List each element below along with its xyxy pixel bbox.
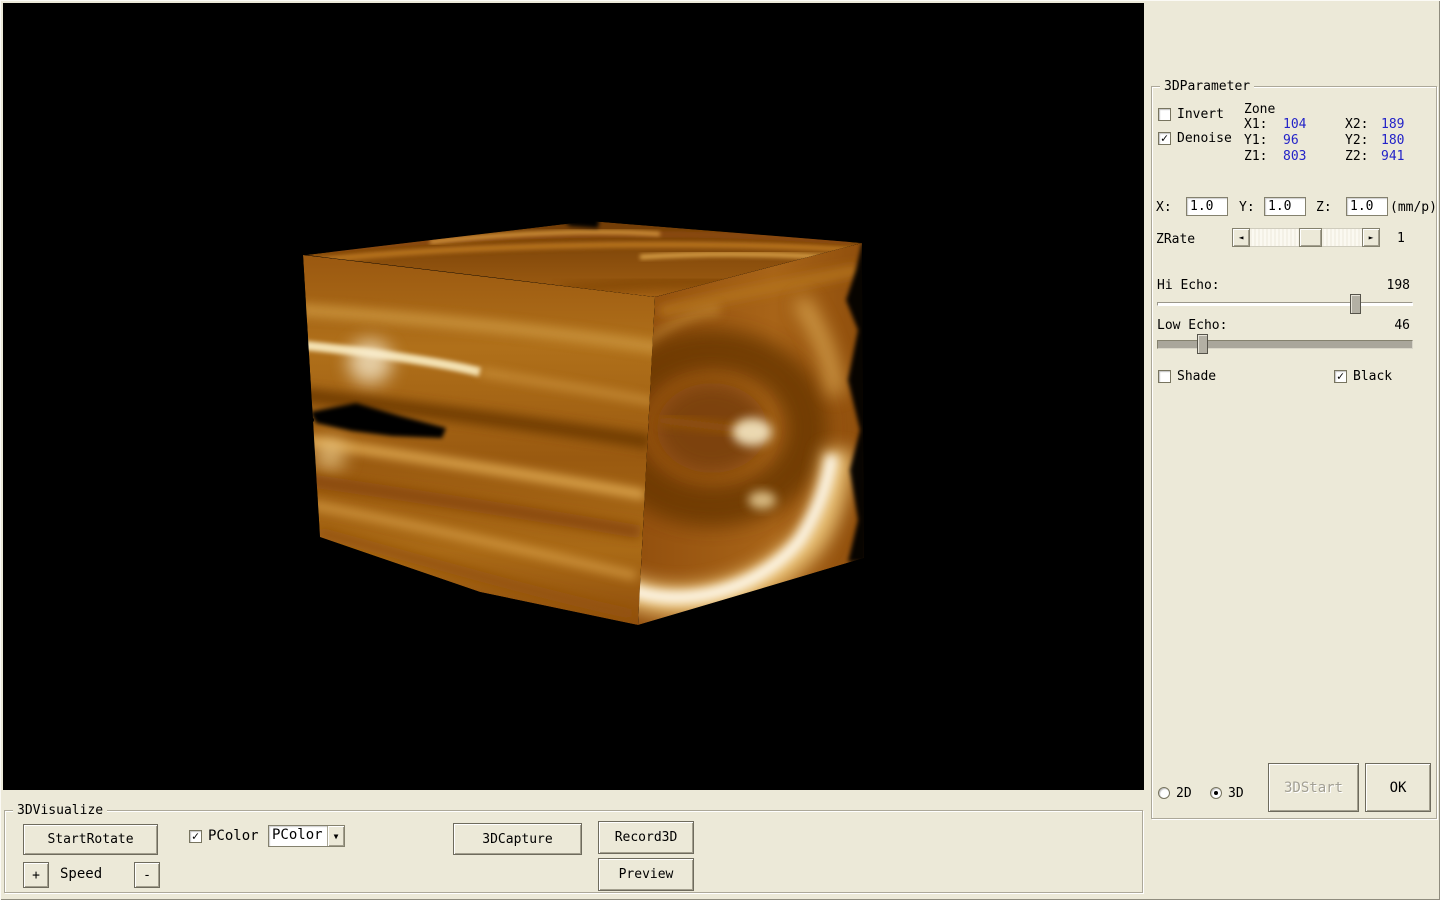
zrate-scroll-right-button[interactable]: ► [1362,228,1380,247]
zone-z2-label: Z2: [1345,149,1368,164]
zone-x1-value: 104 [1283,117,1306,132]
denoise-label: Denoise [1177,131,1232,146]
hi-echo-thumb[interactable] [1350,294,1361,314]
mode-2d-radio[interactable] [1158,787,1170,799]
black-label: Black [1353,369,1392,384]
ok-button[interactable]: OK [1365,763,1431,812]
zrate-label: ZRate [1156,232,1195,247]
zone-y1-label: Y1: [1244,133,1267,148]
render-viewport[interactable] [3,3,1144,790]
visualize-group-title: 3DVisualize [13,803,107,818]
arrow-left-icon: ◄ [1239,233,1244,242]
denoise-checkbox[interactable]: ✓ [1158,132,1171,145]
start-rotate-button[interactable]: StartRotate [23,824,158,855]
dropdown-arrow-icon[interactable]: ▼ [327,826,344,846]
speed-label: Speed [60,867,102,882]
arrow-right-icon: ► [1369,233,1374,242]
scale-x-label: X: [1156,200,1172,215]
check-icon: ✓ [192,831,199,842]
scale-y-input[interactable] [1264,197,1306,216]
scale-y-label: Y: [1239,200,1255,215]
zone-x2-label: X2: [1345,117,1368,132]
zone-x1-label: X1: [1244,117,1267,132]
parameter-group: 3DParameter ✓ Invert ✓ Denoise Zone X1: … [1151,86,1437,819]
3dstart-button[interactable]: 3DStart [1268,763,1359,812]
zrate-scroll-track[interactable] [1250,228,1362,247]
invert-checkbox[interactable]: ✓ [1158,108,1171,121]
visualize-group: 3DVisualize StartRotate ✓ PColor PColor … [4,810,1143,893]
3dcapture-button[interactable]: 3DCapture [453,823,582,855]
shade-checkbox[interactable]: ✓ [1158,370,1171,383]
zone-z1-label: Z1: [1244,149,1267,164]
hi-echo-slider[interactable] [1157,293,1413,315]
preview-button[interactable]: Preview [598,858,694,891]
low-echo-track[interactable] [1157,340,1413,349]
zone-y1-value: 96 [1283,133,1299,148]
zone-z2-value: 941 [1381,149,1404,164]
low-echo-slider[interactable] [1157,333,1413,355]
pcolor-label: PColor [208,829,259,844]
check-icon: ✓ [1337,371,1344,382]
zone-label: Zone [1244,102,1275,117]
mode-2d-label: 2D [1176,786,1192,801]
mode-3d-label: 3D [1228,786,1244,801]
pcolor-dropdown[interactable]: PColor ▼ [268,825,345,847]
speed-plus-button[interactable]: + [23,862,49,888]
hi-echo-track[interactable] [1157,302,1413,306]
pcolor-dropdown-value: PColor [269,826,327,846]
zone-x2-value: 189 [1381,117,1404,132]
radio-dot-icon [1214,791,1218,795]
record3d-button[interactable]: Record3D [598,821,694,854]
hi-echo-label: Hi Echo: [1157,278,1220,293]
speed-minus-button[interactable]: - [134,862,160,888]
scale-x-input[interactable] [1186,197,1228,216]
check-icon: ✓ [1161,133,1168,144]
pcolor-checkbox[interactable]: ✓ [189,830,202,843]
scale-unit-label: (mm/p) [1390,200,1437,215]
zrate-scrollbar[interactable]: ◄ ► [1232,228,1380,247]
zone-z1-value: 803 [1283,149,1306,164]
low-echo-label: Low Echo: [1157,318,1227,333]
shade-label: Shade [1177,369,1216,384]
hi-echo-value: 198 [1370,278,1410,293]
mode-3d-radio[interactable] [1210,787,1222,799]
ultrasound-volume-render [3,3,1144,790]
app-window: 3DParameter ✓ Invert ✓ Denoise Zone X1: … [0,0,1440,900]
zone-y2-label: Y2: [1345,133,1368,148]
scale-z-input[interactable] [1346,197,1388,216]
scale-z-label: Z: [1316,200,1332,215]
zrate-scroll-left-button[interactable]: ◄ [1232,228,1250,247]
invert-label: Invert [1177,107,1224,122]
zrate-scroll-thumb[interactable] [1299,228,1322,247]
black-checkbox[interactable]: ✓ [1334,370,1347,383]
low-echo-thumb[interactable] [1197,334,1208,354]
zrate-value: 1 [1397,231,1405,246]
parameter-group-title: 3DParameter [1160,79,1254,94]
zone-y2-value: 180 [1381,133,1404,148]
low-echo-value: 46 [1370,318,1410,333]
